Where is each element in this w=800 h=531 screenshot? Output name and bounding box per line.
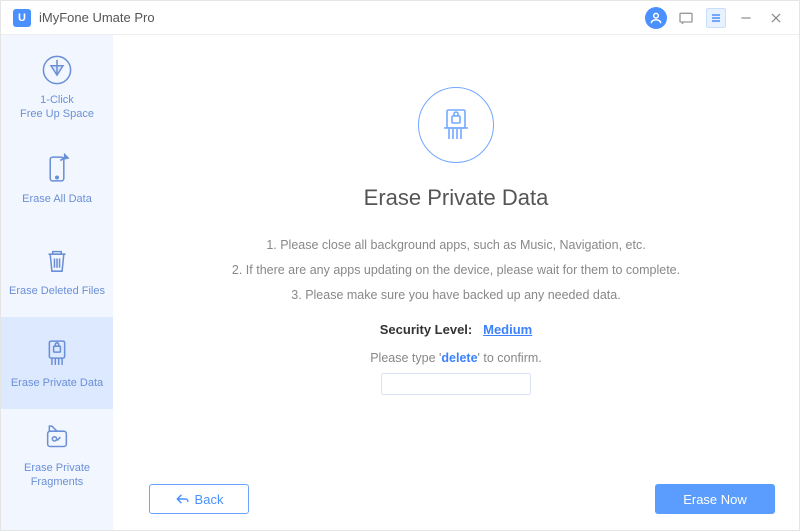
sidebar-item-erase-private-fragments[interactable]: Erase Private Fragments xyxy=(1,409,113,501)
instruction-line: 1. Please close all background apps, suc… xyxy=(232,233,680,258)
close-icon[interactable] xyxy=(763,5,789,31)
instruction-line: 3. Please make sure you have backed up a… xyxy=(232,283,680,308)
sidebar-item-erase-deleted-files[interactable]: Erase Deleted Files xyxy=(1,225,113,317)
confirm-input[interactable] xyxy=(381,373,531,395)
back-button[interactable]: Back xyxy=(149,484,249,514)
sidebar-item-label: Erase All Data xyxy=(22,192,92,206)
main-panel: Erase Private Data 1. Please close all b… xyxy=(113,35,799,530)
sidebar-item-label: 1-Click Free Up Space xyxy=(20,93,94,122)
sidebar-item-erase-private-data[interactable]: Erase Private Data xyxy=(1,317,113,409)
security-level-value[interactable]: Medium xyxy=(483,322,532,337)
page-title: Erase Private Data xyxy=(364,185,549,211)
menu-icon[interactable] xyxy=(703,5,729,31)
instruction-line: 2. If there are any apps updating on the… xyxy=(232,258,680,283)
security-level-row: Security Level: Medium xyxy=(380,322,533,337)
security-level-label: Security Level: xyxy=(380,322,473,337)
minimize-icon[interactable] xyxy=(733,5,759,31)
confirm-keyword: delete xyxy=(441,351,477,365)
back-arrow-icon xyxy=(175,492,189,506)
erase-now-button[interactable]: Erase Now xyxy=(655,484,775,514)
sidebar-item-label: Erase Private Fragments xyxy=(24,461,90,490)
back-button-label: Back xyxy=(195,492,224,507)
instructions: 1. Please close all background apps, suc… xyxy=(232,233,680,308)
titlebar: U iMyFone Umate Pro xyxy=(1,1,799,35)
app-title: iMyFone Umate Pro xyxy=(39,10,155,25)
sidebar: 1-Click Free Up Space Erase All Data Era… xyxy=(1,35,113,530)
confirm-instruction: Please type 'delete' to confirm. xyxy=(370,351,542,365)
sidebar-item-label: Erase Private Data xyxy=(11,376,103,390)
feedback-icon[interactable] xyxy=(673,5,699,31)
sidebar-item-free-up-space[interactable]: 1-Click Free Up Space xyxy=(1,41,113,133)
account-icon[interactable] xyxy=(643,5,669,31)
sidebar-item-label: Erase Deleted Files xyxy=(9,284,105,298)
sidebar-item-erase-all-data[interactable]: Erase All Data xyxy=(1,133,113,225)
app-logo: U xyxy=(13,9,31,27)
shredder-icon xyxy=(418,87,494,163)
